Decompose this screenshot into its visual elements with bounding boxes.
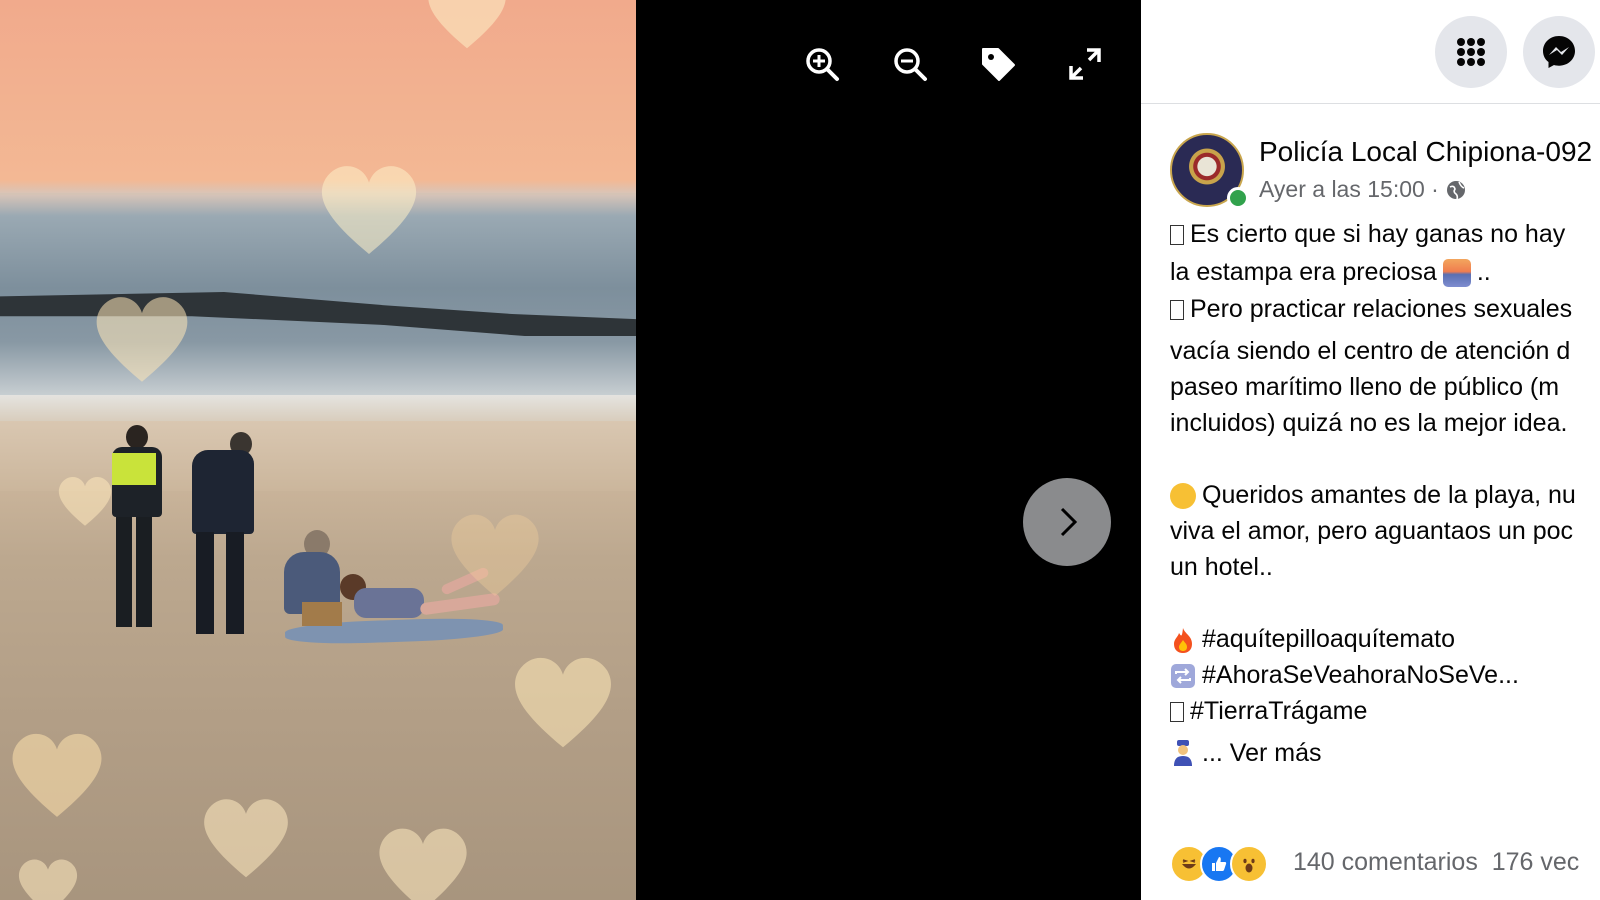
heart-decoration <box>417 0 517 50</box>
see-more-link[interactable]: ... Ver más <box>1202 739 1321 768</box>
messenger-icon <box>1543 36 1575 68</box>
police-officer-icon <box>1174 740 1192 766</box>
next-photo-button[interactable] <box>1023 478 1111 566</box>
post-text-line: viva el amor, pero aguantaos un poc <box>1170 517 1574 545</box>
post-text-line: incluidos) quizá no es la mejor idea. <box>1170 409 1568 437</box>
messenger-button[interactable] <box>1523 16 1595 88</box>
comments-count[interactable]: 140 comentarios <box>1293 848 1478 876</box>
missing-glyph-icon <box>1170 224 1184 245</box>
post-text-line: Queridos amantes de la playa, nu <box>1170 481 1576 510</box>
grid-menu-button[interactable] <box>1435 16 1507 88</box>
engagement-counts: 140 comentarios 176 vec <box>1293 848 1579 877</box>
hashtag-link[interactable]: #TierraTrágame <box>1190 697 1367 726</box>
heart-decoration <box>440 508 550 598</box>
zoom-in-icon[interactable] <box>798 40 846 88</box>
post-timestamp[interactable]: Ayer a las 15:00 · <box>1259 176 1439 203</box>
zoom-out-icon[interactable] <box>886 40 934 88</box>
post-meta: Ayer a las 15:00 · <box>1259 176 1467 203</box>
post-text-line: paseo marítimo lleno de público (m <box>1170 373 1560 401</box>
officer-left <box>106 425 168 635</box>
heart-decoration <box>508 640 618 760</box>
reaction-summary[interactable] <box>1170 845 1268 883</box>
post-photo <box>0 0 636 900</box>
heart-decoration <box>6 718 108 828</box>
post-text-line: Pero practicar relaciones sexuales <box>1170 295 1572 324</box>
photo-foam <box>0 395 636 421</box>
post-text-line: un hotel.. <box>1170 553 1273 581</box>
missing-glyph-icon <box>1170 299 1184 320</box>
wow-reaction-icon <box>1230 845 1268 883</box>
top-bar <box>1141 0 1600 104</box>
heart-decoration <box>315 145 423 270</box>
grid-menu-icon <box>1457 38 1485 66</box>
hashtag-line: #AhoraSeVeahoraNoSeVe... <box>1170 661 1519 690</box>
photo-viewer <box>636 0 1141 900</box>
fullscreen-icon[interactable] <box>1061 40 1109 88</box>
hashtag-link[interactable]: #aquítepilloaquítemato <box>1202 625 1455 654</box>
sunset-emoji-icon <box>1442 258 1471 287</box>
chevron-right-icon <box>1060 507 1078 537</box>
repeat-icon <box>1171 663 1195 688</box>
post-text-line: Es cierto que si hay ganas no hay <box>1170 220 1565 249</box>
heart-decoration <box>370 822 476 900</box>
see-more-line: ... Ver más <box>1170 738 1321 768</box>
heart-decoration <box>55 450 115 550</box>
hashtag-line: #TierraTrágame <box>1170 697 1367 726</box>
globe-icon <box>1446 180 1465 199</box>
post-panel: Policía Local Chipiona-092 Ayer a las 15… <box>1141 0 1600 900</box>
missing-glyph-icon <box>1170 701 1184 722</box>
heart-decoration <box>90 282 194 392</box>
heart-decoration <box>198 780 294 892</box>
tag-icon[interactable] <box>974 40 1022 88</box>
officer-right <box>186 432 262 642</box>
post-text-line: la estampa era preciosa .. <box>1170 258 1491 287</box>
heart-decoration <box>0 855 96 900</box>
shares-count[interactable]: 176 vec <box>1492 848 1580 876</box>
fire-icon <box>1174 627 1192 653</box>
winking-face-icon <box>1170 482 1196 509</box>
hashtag-link[interactable]: #AhoraSeVeahoraNoSeVe... <box>1202 661 1519 690</box>
page-name[interactable]: Policía Local Chipiona-092 <box>1259 136 1592 168</box>
hashtag-line: #aquítepilloaquítemato <box>1170 625 1455 654</box>
post-text-line: vacía siendo el centro de atención d <box>1170 337 1571 365</box>
online-indicator <box>1227 187 1249 209</box>
